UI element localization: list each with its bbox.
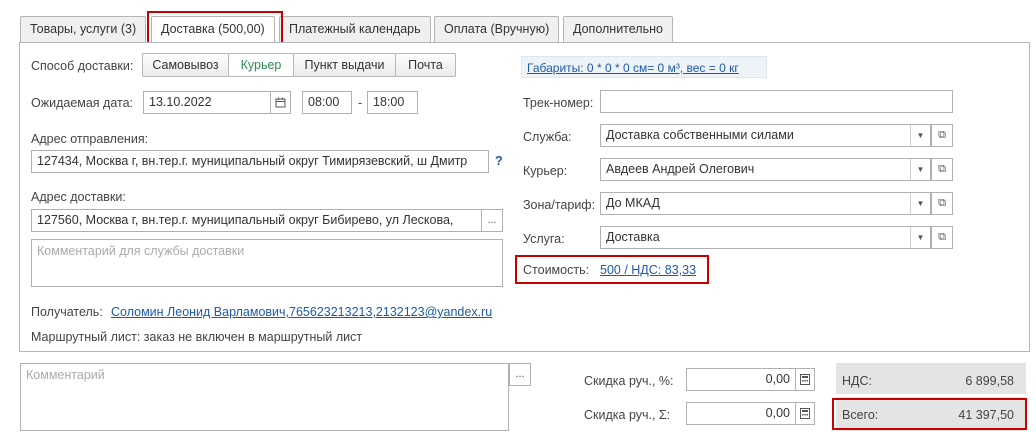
discount-sum-label: Скидка руч., Σ: [584,408,671,422]
zone-value: До МКАД [606,196,660,210]
discount-percent-field[interactable]: 0,00 [686,368,796,391]
chevron-down-icon[interactable]: ▼ [910,227,930,248]
to-address-label: Адрес доставки: [31,190,126,204]
cost-link[interactable]: 500 / НДС: 83,33 [600,263,696,277]
recipient-link[interactable]: Соломин Леонид Варламович,765623213213,2… [111,305,492,319]
time-to-field[interactable]: 18:00 [367,91,418,114]
service-field[interactable]: Доставка собственными силами ▼ [600,124,931,147]
calculator-icon[interactable] [795,402,815,425]
courier-open-icon[interactable]: ⧉ [931,158,953,181]
date-field[interactable]: 13.10.2022 [143,91,271,114]
discount-sum-field[interactable]: 0,00 [686,402,796,425]
method-courier-button[interactable]: Курьер [228,53,294,77]
cost-label: Стоимость: [523,263,590,277]
method-pickup-point-button[interactable]: Пункт выдачи [293,53,396,77]
delivery-method-label: Способ доставки: [31,59,134,73]
delivery-comment-field[interactable]: Комментарий для службы доставки [31,239,503,287]
product-field[interactable]: Доставка ▼ [600,226,931,249]
zone-open-icon[interactable]: ⧉ [931,192,953,215]
product-value: Доставка [606,230,660,244]
total-label: Всего: [842,408,879,422]
product-open-icon[interactable]: ⧉ [931,226,953,249]
tab-goods-services[interactable]: Товары, услуги (3) [20,16,147,43]
service-value: Доставка собственными силами [606,128,794,142]
to-address-field[interactable]: 127560, Москва г, вн.тер.г. муниципальны… [31,209,482,232]
zone-label: Зона/тариф: [523,198,596,212]
product-label: Услуга: [523,232,565,246]
track-number-label: Трек-номер: [523,96,594,110]
help-icon[interactable]: ? [495,154,503,168]
tab-delivery[interactable]: Доставка (500,00) [151,16,275,44]
recipient-label: Получатель: [31,305,103,319]
tab-additional[interactable]: Дополнительно [563,16,673,43]
time-separator: - [358,96,363,110]
chevron-down-icon[interactable]: ▼ [910,125,930,146]
discount-percent-label: Скидка руч., %: [584,374,674,388]
chevron-down-icon[interactable]: ▼ [910,193,930,214]
zone-field[interactable]: До МКАД ▼ [600,192,931,215]
total-value: 41 397,50 [958,408,1014,422]
chevron-down-icon[interactable]: ▼ [910,159,930,180]
vat-value: 6 899,58 [965,374,1014,388]
method-post-button[interactable]: Почта [395,53,456,77]
service-label: Служба: [523,130,572,144]
courier-field[interactable]: Авдеев Андрей Олегович ▼ [600,158,931,181]
from-address-label: Адрес отправления: [31,132,149,146]
track-number-field[interactable] [600,90,953,113]
vat-label: НДС: [842,374,872,388]
expected-date-label: Ожидаемая дата: [31,96,134,110]
route-sheet-text: Маршрутный лист: заказ не включен в марш… [31,330,363,344]
tab-payment[interactable]: Оплата (Вручную) [434,16,560,43]
comment-expand-button[interactable]: ... [509,363,531,386]
tab-payment-calendar[interactable]: Платежный календарь [279,16,431,43]
method-pickup-button[interactable]: Самовывоз [142,53,229,77]
dimensions-link[interactable]: Габариты: 0 * 0 * 0 см= 0 м³, вес = 0 кг [527,61,739,75]
calculator-icon[interactable] [795,368,815,391]
courier-label: Курьер: [523,164,568,178]
time-from-field[interactable]: 08:00 [302,91,352,114]
courier-value: Авдеев Андрей Олегович [606,162,755,176]
service-open-icon[interactable]: ⧉ [931,124,953,147]
calendar-icon[interactable] [270,91,291,114]
from-address-field[interactable]: 127434, Москва г, вн.тер.г. муниципальны… [31,150,489,173]
to-address-select-button[interactable]: ... [481,209,503,232]
comment-field[interactable]: Комментарий [20,363,509,431]
